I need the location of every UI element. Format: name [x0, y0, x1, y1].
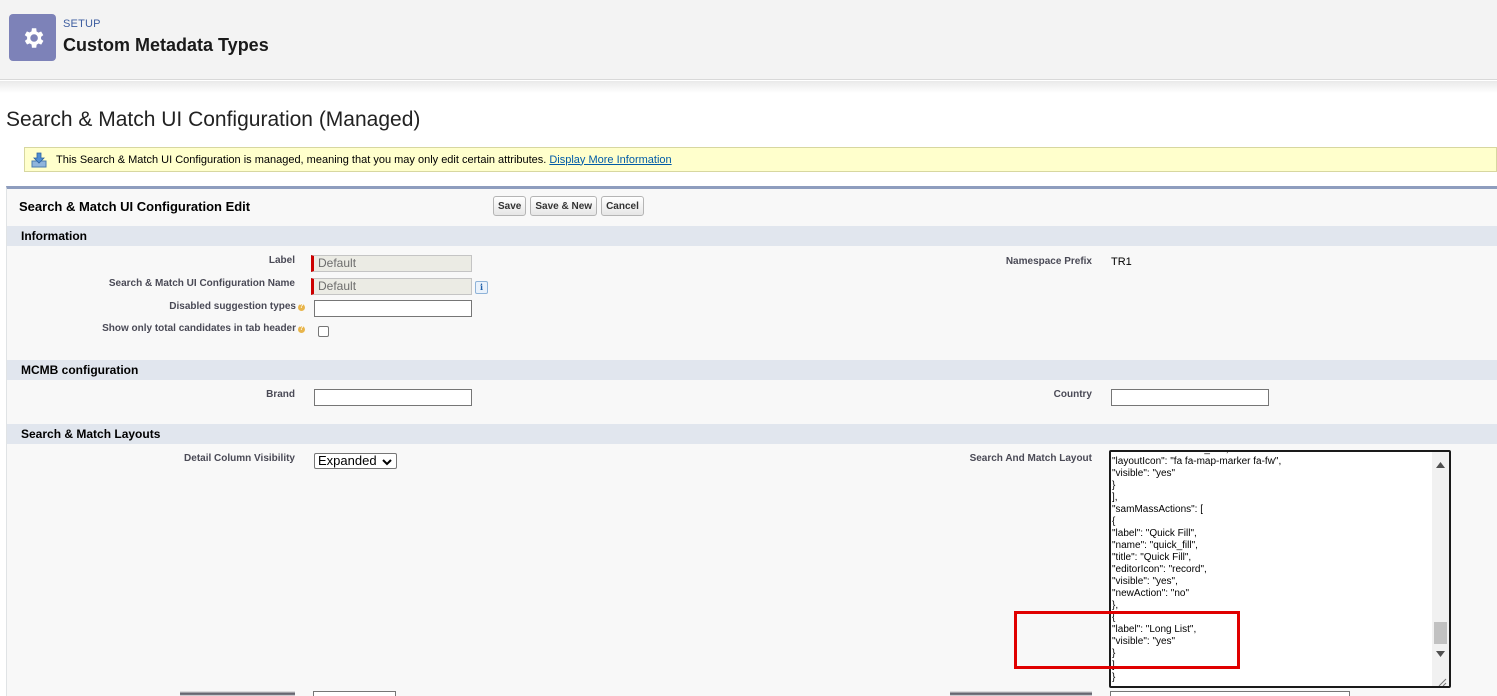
gear-icon — [9, 14, 56, 61]
search-layout-line: ], — [1112, 492, 1118, 503]
textarea-scrollbar[interactable] — [1432, 452, 1449, 686]
detail-visibility-selected: Expanded — [318, 453, 377, 468]
cancel-button[interactable]: Cancel — [601, 196, 644, 216]
disabled-types-field-label: Disabled suggestion types? — [169, 301, 305, 312]
show-total-checkbox[interactable] — [318, 326, 329, 337]
section-information-header: Information — [7, 226, 1497, 246]
edit-block-title: Search & Match UI Configuration Edit — [19, 199, 251, 214]
label-field-label: Label — [268, 255, 295, 266]
search-layout-line: "visible": "yes" — [1112, 468, 1176, 479]
help-icon[interactable]: ? — [298, 304, 305, 311]
search-layout-line: "editorIcon": "record", — [1112, 564, 1207, 575]
setup-page-title: Custom Metadata Types — [63, 35, 269, 55]
search-layout-line: "visible": "yes", — [1112, 576, 1178, 587]
config-name-input[interactable]: Default — [311, 278, 472, 295]
show-total-field-label: Show only total candidates in tab header… — [102, 323, 305, 334]
search-layout-line: } — [1112, 648, 1116, 659]
page-title: Search & Match UI Configuration (Managed… — [6, 108, 421, 131]
search-layout-line: "layoutIcon": "fa fa-map-marker fa-fw", — [1112, 456, 1282, 467]
resize-grip-icon[interactable] — [1437, 674, 1447, 686]
section-layouts-header: Search & Match Layouts — [7, 424, 1497, 444]
detail-visibility-field-label: Detail Column Visibility — [184, 453, 295, 464]
search-layout-line: }, — [1112, 600, 1119, 611]
search-layout-line: "newAction": "no" — [1112, 588, 1190, 599]
search-layout-line: "title": "Quick Fill", — [1112, 552, 1192, 563]
search-layout-line: ] — [1112, 660, 1115, 671]
search-layout-line: "name": "quick_fill", — [1112, 540, 1198, 551]
country-field-label: Country — [1053, 389, 1092, 400]
label-input[interactable]: Default — [311, 255, 472, 272]
namespace-field-label: Namespace Prefix — [1005, 256, 1092, 267]
setup-header: SETUP Custom Metadata Types — [0, 0, 1497, 80]
brand-field-label: Brand — [266, 389, 295, 400]
detail-visibility-select[interactable]: Expanded — [314, 453, 397, 469]
search-layout-line: } — [1112, 672, 1116, 683]
setup-eyebrow[interactable]: SETUP — [63, 18, 101, 30]
save-and-new-button[interactable]: Save & New — [530, 196, 598, 216]
search-layout-line: "samMassActions": [ — [1112, 504, 1204, 515]
next-row-label-fragment-right — [950, 691, 1092, 696]
chevron-down-icon — [382, 456, 392, 470]
brand-input[interactable] — [314, 389, 472, 406]
section-mcmb-header: MCMB configuration — [7, 360, 1497, 380]
help-icon[interactable]: ? — [298, 326, 305, 333]
managed-message: This Search & Match UI Configuration is … — [24, 147, 1497, 172]
search-layout-line: } — [1112, 480, 1116, 491]
search-layout-line: { — [1112, 612, 1116, 623]
button-row: Save Save & New Cancel — [493, 196, 644, 216]
info-icon[interactable]: i — [475, 281, 488, 294]
country-input[interactable] — [1111, 389, 1269, 406]
next-row-label-fragment — [180, 691, 295, 696]
search-layout-line: "label": "Long List", — [1112, 624, 1197, 635]
search-layout-textarea[interactable]: "editorIcon": "contact_list","layoutIcon… — [1109, 450, 1451, 688]
search-layout-line: { — [1112, 516, 1116, 527]
namespace-value: TR1 — [1111, 256, 1132, 268]
next-row-input-fragment[interactable] — [1110, 691, 1350, 696]
search-layout-line: "visible": "yes" — [1112, 636, 1176, 647]
managed-message-text: This Search & Match UI Configuration is … — [56, 153, 547, 166]
disabled-types-input[interactable] — [314, 300, 472, 317]
header-shadow — [0, 81, 1497, 93]
search-layout-field-label: Search And Match Layout — [969, 453, 1092, 464]
next-row-select-fragment[interactable] — [313, 691, 396, 696]
search-layout-content: "editorIcon": "contact_list","layoutIcon… — [1112, 452, 1282, 684]
config-name-field-label: Search & Match UI Configuration Name — [108, 278, 295, 289]
save-button[interactable]: Save — [493, 196, 527, 216]
scroll-up-arrow-icon[interactable] — [1432, 456, 1449, 473]
search-layout-line: "label": "Quick Fill", — [1112, 528, 1197, 539]
display-more-info-link[interactable]: Display More Information — [549, 154, 671, 166]
scroll-thumb[interactable] — [1434, 622, 1447, 644]
download-icon — [31, 152, 47, 168]
scroll-down-arrow-icon[interactable] — [1432, 645, 1449, 662]
